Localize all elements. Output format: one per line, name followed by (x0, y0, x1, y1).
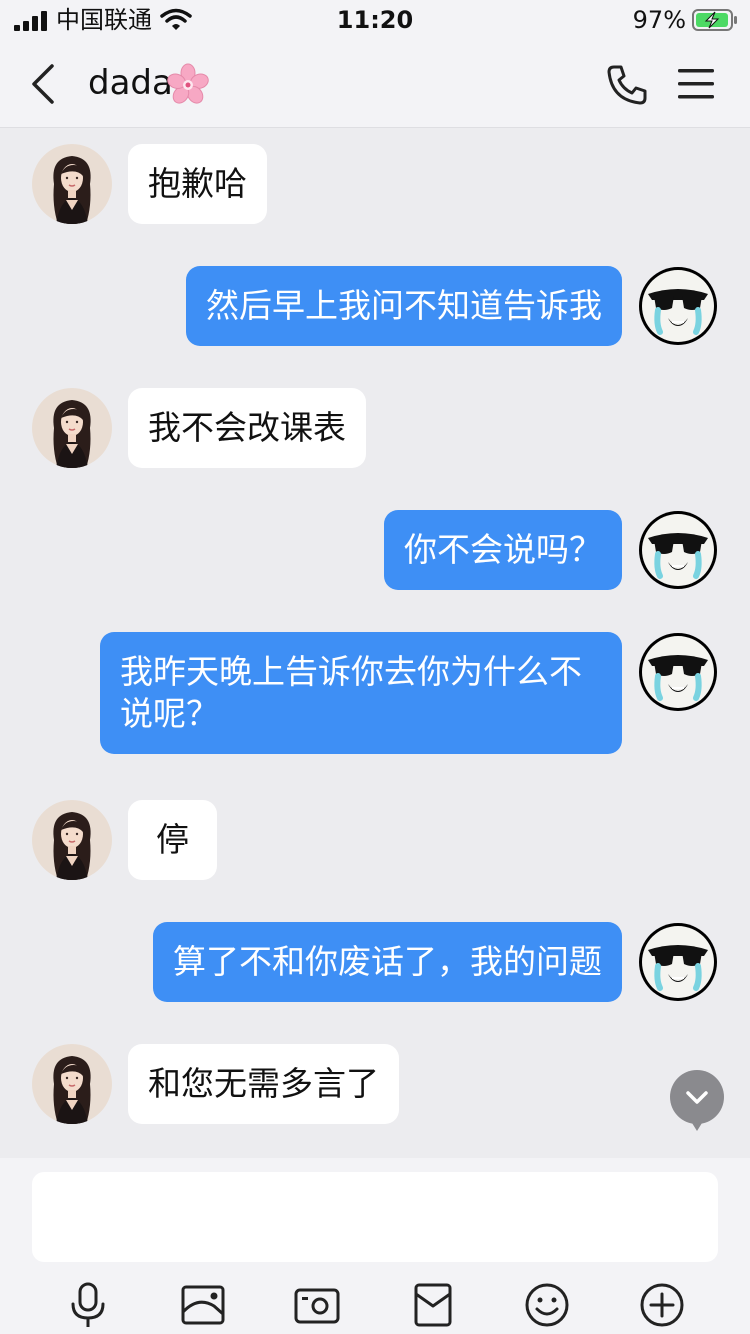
message-input[interactable] (32, 1172, 718, 1262)
red-packet-icon[interactable] (410, 1282, 456, 1328)
crying-sunglasses-meme-image (639, 511, 717, 589)
back-arrow-icon[interactable] (24, 62, 64, 106)
battery-percent: 97% (632, 6, 686, 34)
menu-icon[interactable] (676, 66, 716, 102)
incoming-message[interactable]: 停 (128, 800, 217, 880)
battery-charging-icon (692, 9, 737, 31)
crying-sunglasses-meme-image (639, 267, 717, 345)
contact-name[interactable]: dada (88, 60, 173, 106)
woman-portrait-image (32, 1044, 112, 1124)
chat-area[interactable]: 抱歉哈 然后早上我问不知道告诉我 我不会改课表 你不会说吗？ 我昨天晚上告诉你去… (0, 128, 750, 1158)
woman-portrait-image (32, 800, 112, 880)
nav-bar: dada (0, 40, 750, 128)
outgoing-message[interactable]: 算了不和你废话了，我的问题 (153, 922, 622, 1002)
my-avatar[interactable] (638, 510, 718, 590)
crying-sunglasses-meme-image (639, 633, 717, 711)
woman-portrait-image (32, 144, 112, 224)
cherry-blossom-emoji (167, 63, 209, 104)
camera-icon[interactable] (294, 1282, 340, 1328)
input-area (0, 1158, 750, 1334)
outgoing-message[interactable]: 然后早上我问不知道告诉我 (186, 266, 622, 346)
my-avatar[interactable] (638, 266, 718, 346)
incoming-message[interactable]: 和您无需多言了 (128, 1044, 399, 1124)
outgoing-message[interactable]: 我昨天晚上告诉你去你为什么不说呢？ (100, 632, 622, 754)
my-avatar[interactable] (638, 632, 718, 712)
image-icon[interactable] (180, 1282, 226, 1328)
contact-avatar[interactable] (32, 800, 112, 880)
emoji-icon[interactable] (524, 1282, 570, 1328)
incoming-message[interactable]: 我不会改课表 (128, 388, 366, 468)
crying-sunglasses-meme-image (639, 923, 717, 1001)
status-bar: 中国联通 11:20 97% (0, 0, 750, 40)
chevron-down-icon (686, 1091, 708, 1104)
microphone-icon[interactable] (65, 1282, 111, 1328)
contact-avatar[interactable] (32, 388, 112, 468)
incoming-message[interactable]: 抱歉哈 (128, 144, 267, 224)
outgoing-message[interactable]: 你不会说吗？ (384, 510, 622, 590)
contact-avatar[interactable] (32, 144, 112, 224)
my-avatar[interactable] (638, 922, 718, 1002)
woman-portrait-image (32, 388, 112, 468)
contact-avatar[interactable] (32, 1044, 112, 1124)
phone-call-icon[interactable] (604, 62, 650, 108)
plus-icon[interactable] (639, 1282, 685, 1328)
scroll-to-bottom-button[interactable] (670, 1070, 724, 1131)
